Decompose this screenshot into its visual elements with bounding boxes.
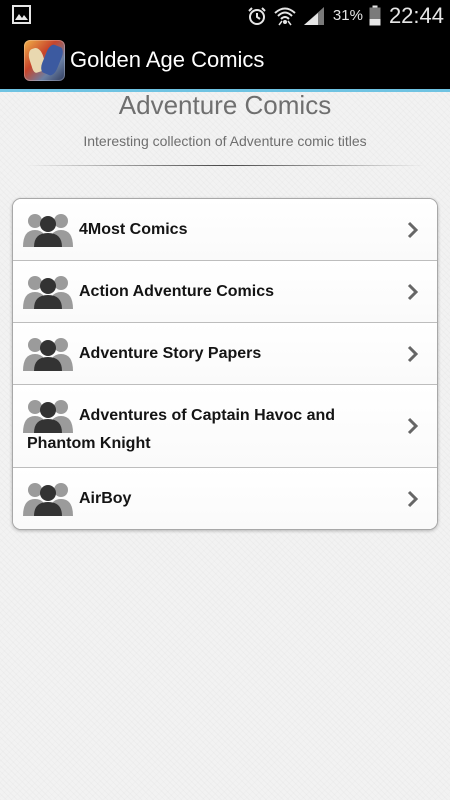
signal-icon (303, 6, 324, 25)
people-icon (23, 214, 73, 247)
list-item-label: Adventures of Captain Havoc and Phantom … (27, 407, 336, 452)
people-icon (23, 400, 73, 433)
chevron-right-icon (407, 221, 419, 238)
comic-title-list: 4Most Comics Action Adventure Comics Adv (12, 198, 438, 530)
list-item[interactable]: Adventures of Captain Havoc and Phantom … (13, 385, 437, 468)
clock: 22:44 (388, 2, 444, 28)
chevron-right-icon (407, 345, 419, 362)
header-divider (25, 165, 425, 166)
list-item[interactable]: 4Most Comics (13, 199, 437, 261)
alarm-icon (248, 6, 266, 25)
chevron-right-icon (407, 283, 419, 300)
people-icon (23, 483, 73, 516)
list-item-label: 4Most Comics (79, 221, 188, 238)
action-bar: Golden Age Comics (0, 31, 450, 92)
list-item-label: AirBoy (79, 490, 132, 507)
list-item-label: Adventure Story Papers (79, 345, 262, 362)
status-bar: 31% 22:44 (0, 0, 450, 31)
chevron-right-icon (407, 417, 419, 435)
list-item[interactable]: Action Adventure Comics (13, 261, 437, 323)
page-subtitle: Interesting collection of Adventure comi… (83, 133, 367, 149)
gallery-icon (12, 5, 31, 24)
people-icon (23, 276, 73, 309)
list-item-label: Action Adventure Comics (79, 283, 274, 300)
app-icon[interactable] (24, 40, 65, 81)
page-title: Adventure Comics (118, 90, 332, 120)
wifi-icon (274, 7, 296, 25)
people-icon (23, 338, 73, 371)
status-indicators: 31% 22:44 (241, 0, 444, 31)
list-item[interactable]: AirBoy (13, 468, 437, 529)
chevron-right-icon (407, 490, 419, 507)
list-item[interactable]: Adventure Story Papers (13, 323, 437, 385)
battery-icon (369, 5, 381, 26)
app-title: Golden Age Comics (70, 47, 265, 72)
battery-percent: 31% (332, 7, 363, 24)
